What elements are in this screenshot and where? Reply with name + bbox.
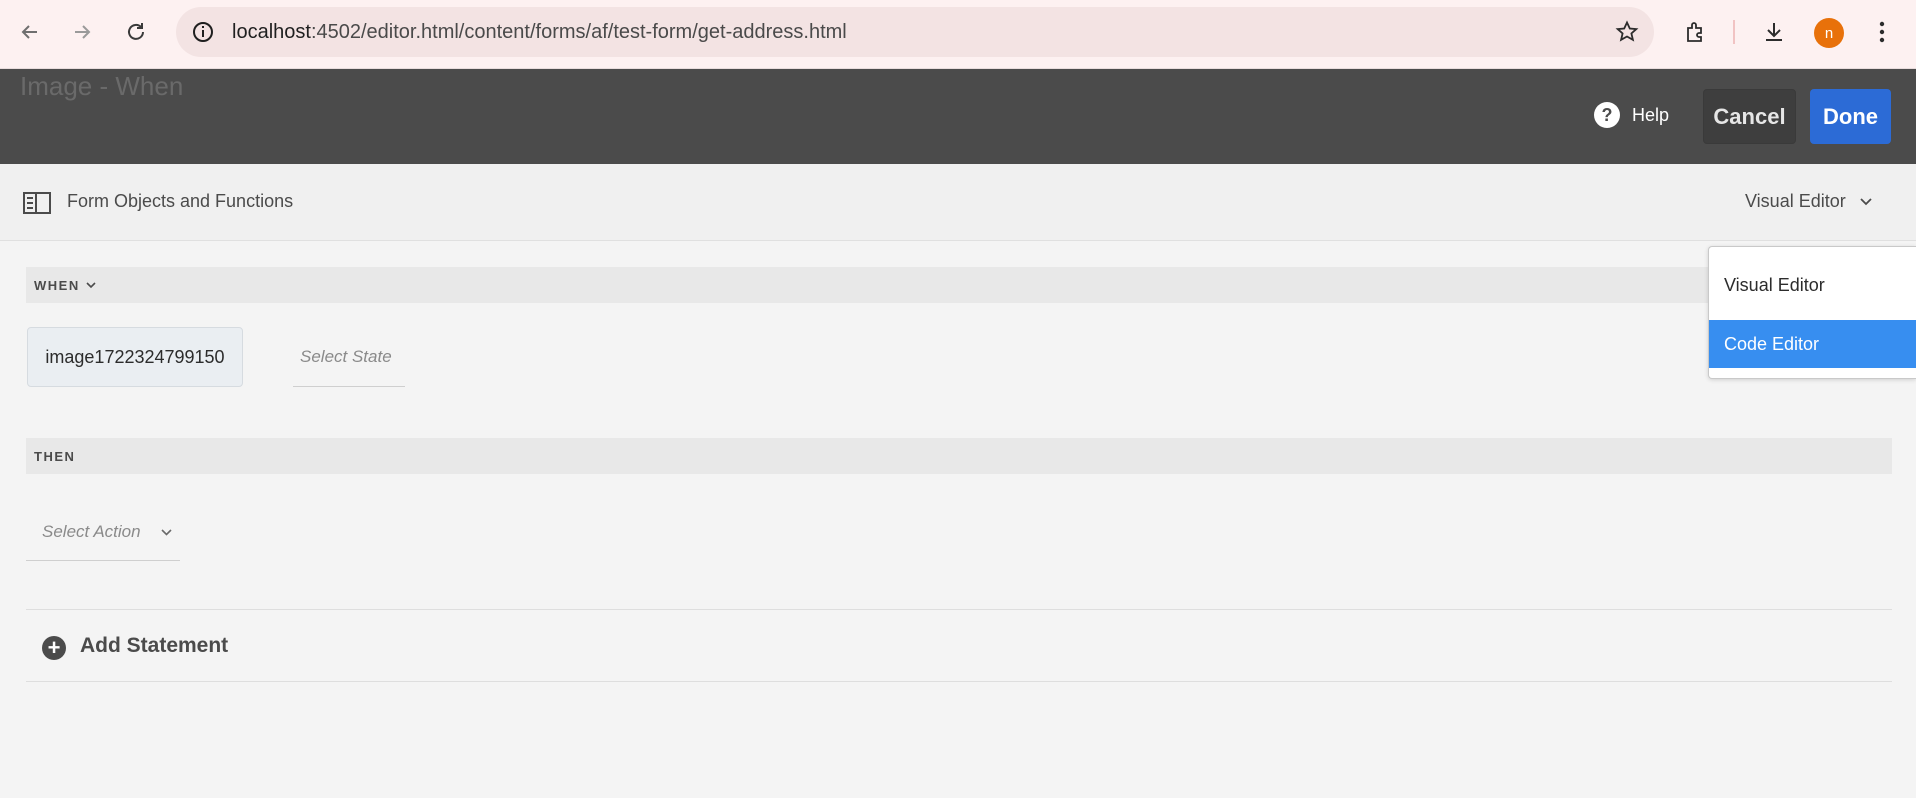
back-icon[interactable] bbox=[12, 14, 48, 50]
page-title: Image - When bbox=[20, 71, 184, 101]
editor-mode-value: Visual Editor bbox=[1745, 191, 1846, 211]
url-path: :4502/editor.html/content/forms/af/test-… bbox=[310, 21, 847, 43]
extensions-icon[interactable] bbox=[1677, 14, 1713, 50]
forward-icon[interactable] bbox=[64, 14, 100, 50]
done-button[interactable]: Done bbox=[1810, 89, 1891, 144]
rule-editor-header: Image - When ? Help Cancel Done bbox=[0, 69, 1916, 164]
menu-item-code-editor[interactable]: Code Editor bbox=[1709, 320, 1916, 368]
chevron-down-icon bbox=[86, 282, 96, 289]
address-bar[interactable]: localhost:4502/editor.html/content/forms… bbox=[176, 7, 1654, 57]
side-panel-toggle-icon[interactable] bbox=[23, 192, 51, 214]
chevron-down-icon bbox=[161, 529, 172, 536]
add-statement-row: + Add Statement bbox=[26, 609, 1892, 682]
when-object-chip[interactable]: image1722324799150 bbox=[27, 327, 243, 387]
reload-icon[interactable] bbox=[118, 14, 154, 50]
add-circle-icon[interactable]: + bbox=[42, 636, 66, 660]
profile-avatar[interactable]: n bbox=[1814, 18, 1844, 48]
when-toggle[interactable]: WHEN bbox=[34, 278, 96, 293]
editor-toolbar: Form Objects and Functions Visual Editor bbox=[0, 164, 1916, 241]
menu-item-visual-editor[interactable]: Visual Editor bbox=[1709, 261, 1916, 309]
when-label: WHEN bbox=[34, 278, 80, 293]
toolbar-divider bbox=[1733, 20, 1735, 44]
download-icon[interactable] bbox=[1756, 14, 1792, 50]
help-button[interactable]: ? Help bbox=[1594, 102, 1669, 128]
then-label: THEN bbox=[34, 449, 76, 464]
select-action-placeholder: Select Action bbox=[42, 522, 141, 541]
more-menu-icon[interactable] bbox=[1864, 14, 1900, 50]
browser-toolbar: localhost:4502/editor.html/content/forms… bbox=[0, 0, 1916, 69]
form-objects-label[interactable]: Form Objects and Functions bbox=[67, 191, 293, 212]
select-action-dropdown[interactable]: Select Action bbox=[26, 510, 180, 561]
editor-mode-select[interactable]: Visual Editor bbox=[1745, 191, 1872, 212]
when-section-header: WHEN bbox=[26, 267, 1892, 303]
url-host: localhost bbox=[232, 21, 311, 43]
help-icon: ? bbox=[1594, 102, 1620, 128]
help-label: Help bbox=[1632, 104, 1670, 125]
select-state-dropdown[interactable]: Select State bbox=[293, 332, 405, 387]
add-statement-button[interactable]: Add Statement bbox=[80, 634, 228, 658]
cancel-button[interactable]: Cancel bbox=[1703, 89, 1796, 144]
editor-mode-menu: Visual Editor Code Editor bbox=[1708, 246, 1916, 379]
bookmark-star-icon[interactable] bbox=[1614, 19, 1640, 45]
url-text[interactable]: localhost:4502/editor.html/content/forms… bbox=[232, 21, 847, 44]
site-info-icon[interactable] bbox=[190, 19, 216, 45]
then-section-header: THEN bbox=[26, 438, 1892, 474]
chevron-down-icon bbox=[1860, 197, 1872, 205]
